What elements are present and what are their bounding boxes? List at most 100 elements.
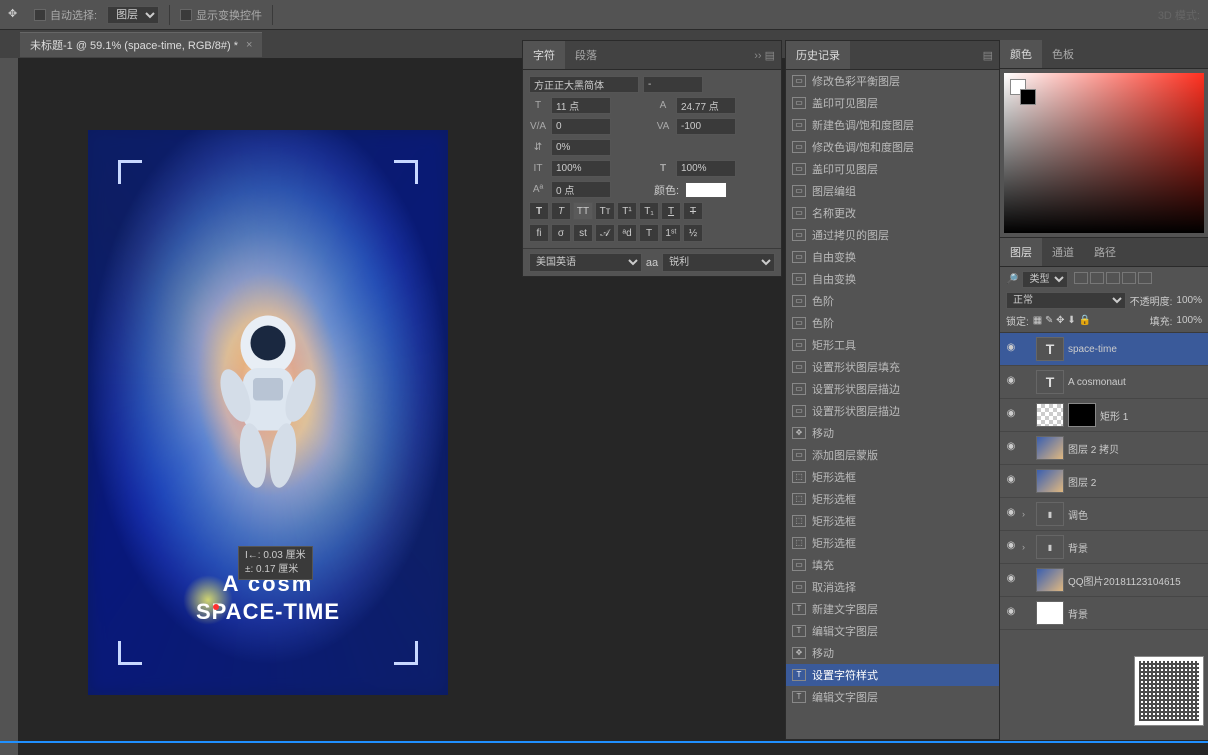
fill-value[interactable]: 100% bbox=[1176, 315, 1202, 326]
baseline-input[interactable] bbox=[551, 181, 611, 198]
ad-button[interactable]: ᵃd bbox=[617, 224, 637, 242]
history-item[interactable]: ▭盖印可见图层 bbox=[786, 92, 999, 114]
history-item[interactable]: ▭矩形工具 bbox=[786, 334, 999, 356]
layer-item[interactable]: ◉ 背景 bbox=[1000, 597, 1208, 630]
layer-filter-icons[interactable] bbox=[1072, 272, 1152, 287]
auto-select-checkbox[interactable] bbox=[34, 9, 46, 21]
ordinal-button[interactable]: 1ˢᵗ bbox=[661, 224, 681, 242]
swash-button[interactable]: 𝒜 bbox=[595, 224, 615, 242]
history-item[interactable]: ▭名称更改 bbox=[786, 202, 999, 224]
history-item[interactable]: T新建文字图层 bbox=[786, 598, 999, 620]
history-item[interactable]: ▭图层编组 bbox=[786, 180, 999, 202]
history-item[interactable]: ▭设置形状图层描边 bbox=[786, 378, 999, 400]
close-tab-icon[interactable]: × bbox=[246, 39, 252, 51]
visibility-eye-icon[interactable]: ◉ bbox=[1004, 540, 1018, 554]
st-button[interactable]: st bbox=[573, 224, 593, 242]
allcaps-button[interactable]: TT bbox=[573, 202, 593, 220]
text-color-swatch[interactable] bbox=[685, 182, 727, 198]
layer-name[interactable]: 背景 bbox=[1068, 540, 1204, 555]
lock-icons[interactable]: ▦ ✎ ✥ ⬇ 🔒 bbox=[1033, 315, 1091, 326]
history-item[interactable]: ▭自由变换 bbox=[786, 268, 999, 290]
history-item[interactable]: ⬚矩形选框 bbox=[786, 488, 999, 510]
underline-button[interactable]: T bbox=[661, 202, 681, 220]
history-item[interactable]: ▭添加图层蒙版 bbox=[786, 444, 999, 466]
layer-item[interactable]: ◉ 图层 2 bbox=[1000, 465, 1208, 498]
tab-character[interactable]: 字符 bbox=[523, 41, 565, 69]
superscript-button[interactable]: T¹ bbox=[617, 202, 637, 220]
font-size-input[interactable] bbox=[551, 97, 611, 114]
italic-button[interactable]: T bbox=[551, 202, 571, 220]
subscript-button[interactable]: T₁ bbox=[639, 202, 659, 220]
horiz-scale-input[interactable] bbox=[676, 160, 736, 177]
panel-collapse-icon[interactable]: ›› ▤ bbox=[748, 45, 781, 66]
show-transform-checkbox[interactable] bbox=[180, 9, 192, 21]
layer-name[interactable]: QQ图片20181123104615 bbox=[1068, 573, 1204, 588]
history-item[interactable]: ✥移动 bbox=[786, 422, 999, 444]
canvas-area[interactable]: A cosm SPACE-TIME I←: 0.03 厘米 ±: 0.17 厘米 bbox=[18, 58, 518, 698]
history-item[interactable]: ▭修改色彩平衡图层 bbox=[786, 70, 999, 92]
visibility-eye-icon[interactable]: ◉ bbox=[1004, 408, 1018, 422]
layer-name[interactable]: 图层 2 bbox=[1068, 474, 1204, 489]
smallcaps-button[interactable]: Tт bbox=[595, 202, 615, 220]
layer-item[interactable]: ◉矩形 1 bbox=[1000, 399, 1208, 432]
scale-input[interactable] bbox=[551, 139, 611, 156]
layer-item[interactable]: ◉ QQ图片20181123104615 bbox=[1000, 564, 1208, 597]
history-item[interactable]: ⬚矩形选框 bbox=[786, 510, 999, 532]
font-family-select[interactable] bbox=[529, 76, 639, 93]
document-tab[interactable]: 未标题-1 @ 59.1% (space-time, RGB/8#) * × bbox=[20, 32, 262, 57]
tab-channels[interactable]: 通道 bbox=[1042, 238, 1084, 266]
expand-chevron-icon[interactable]: › bbox=[1022, 509, 1032, 519]
color-picker[interactable] bbox=[1004, 73, 1204, 233]
language-select[interactable]: 美国英语 bbox=[529, 253, 642, 272]
visibility-eye-icon[interactable]: ◉ bbox=[1004, 507, 1018, 521]
filter-kind-select[interactable]: 类型 bbox=[1022, 271, 1068, 288]
history-item[interactable]: ▭色阶 bbox=[786, 290, 999, 312]
font-style-select[interactable] bbox=[643, 76, 703, 93]
fi-button[interactable]: fi bbox=[529, 224, 549, 242]
layer-item[interactable]: ◉Tspace-time bbox=[1000, 333, 1208, 366]
visibility-eye-icon[interactable]: ◉ bbox=[1004, 375, 1018, 389]
kerning-input[interactable] bbox=[551, 118, 611, 135]
timeline-bar[interactable] bbox=[0, 741, 1208, 743]
tab-swatches[interactable]: 色板 bbox=[1042, 40, 1084, 68]
blend-mode-select[interactable]: 正常 bbox=[1006, 292, 1126, 309]
layer-name[interactable]: 图层 2 拷贝 bbox=[1068, 441, 1204, 456]
visibility-eye-icon[interactable]: ◉ bbox=[1004, 606, 1018, 620]
history-item[interactable]: ▭设置形状图层描边 bbox=[786, 400, 999, 422]
history-item[interactable]: T编辑文字图层 bbox=[786, 620, 999, 642]
strike-button[interactable]: T bbox=[683, 202, 703, 220]
expand-chevron-icon[interactable]: › bbox=[1022, 542, 1032, 552]
layer-item[interactable]: ◉图层 2 拷贝 bbox=[1000, 432, 1208, 465]
history-item[interactable]: ⬚矩形选框 bbox=[786, 466, 999, 488]
fraction-button[interactable]: ½ bbox=[683, 224, 703, 242]
layer-item[interactable]: ◉›▮背景 bbox=[1000, 531, 1208, 564]
vert-scale-input[interactable] bbox=[551, 160, 611, 177]
layer-name[interactable]: 背景 bbox=[1068, 606, 1204, 621]
layer-name[interactable]: A cosmonaut bbox=[1068, 377, 1204, 388]
history-item[interactable]: ▭设置形状图层填充 bbox=[786, 356, 999, 378]
history-item[interactable]: ▭色阶 bbox=[786, 312, 999, 334]
artboard[interactable]: A cosm SPACE-TIME I←: 0.03 厘米 ±: 0.17 厘米 bbox=[88, 130, 448, 695]
visibility-eye-icon[interactable]: ◉ bbox=[1004, 474, 1018, 488]
layer-item[interactable]: ◉TA cosmonaut bbox=[1000, 366, 1208, 399]
layer-name[interactable]: space-time bbox=[1068, 344, 1204, 355]
bold-button[interactable]: T bbox=[529, 202, 549, 220]
leading-input[interactable] bbox=[676, 97, 736, 114]
tab-layers[interactable]: 图层 bbox=[1000, 238, 1042, 266]
layer-item[interactable]: ◉›▮调色 bbox=[1000, 498, 1208, 531]
antialiasing-select[interactable]: 锐利 bbox=[662, 253, 775, 272]
history-item[interactable]: ▭取消选择 bbox=[786, 576, 999, 598]
sigma-button[interactable]: σ bbox=[551, 224, 571, 242]
history-item[interactable]: ✥移动 bbox=[786, 642, 999, 664]
history-item[interactable]: ▭通过拷贝的图层 bbox=[786, 224, 999, 246]
auto-select-target[interactable]: 图层 bbox=[107, 6, 159, 24]
history-menu-icon[interactable]: ▤ bbox=[977, 45, 999, 66]
history-item[interactable]: T编辑文字图层 bbox=[786, 686, 999, 708]
tab-paths[interactable]: 路径 bbox=[1084, 238, 1126, 266]
fg-bg-swatch[interactable] bbox=[1010, 79, 1036, 105]
titling-button[interactable]: T bbox=[639, 224, 659, 242]
opacity-value[interactable]: 100% bbox=[1176, 295, 1202, 306]
history-item[interactable]: ▭自由变换 bbox=[786, 246, 999, 268]
visibility-eye-icon[interactable]: ◉ bbox=[1004, 573, 1018, 587]
tab-history[interactable]: 历史记录 bbox=[786, 41, 850, 69]
